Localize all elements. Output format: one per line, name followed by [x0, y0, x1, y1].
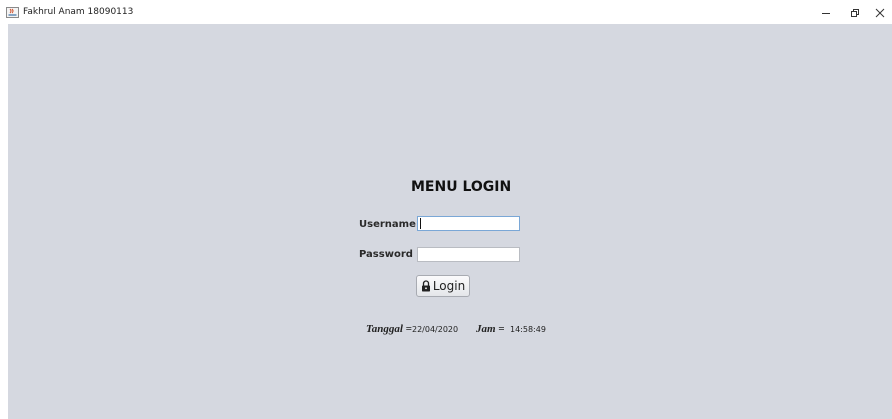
- restore-button[interactable]: [842, 3, 868, 22]
- login-button[interactable]: Login: [416, 275, 470, 297]
- password-field[interactable]: [417, 247, 520, 262]
- page-title: MENU LOGIN: [411, 179, 512, 195]
- username-label: Username: [359, 219, 416, 230]
- text-caret: [420, 218, 421, 229]
- title-bar[interactable]: Fakhrul Anam 18090113: [0, 0, 892, 25]
- username-field[interactable]: [417, 216, 520, 231]
- lock-icon: [421, 280, 430, 292]
- jam-value: 14:58:49: [510, 325, 546, 334]
- password-label: Password: [359, 249, 413, 260]
- tanggal-label: Tanggal =: [366, 323, 412, 335]
- close-button[interactable]: [867, 3, 892, 22]
- minimize-button[interactable]: [813, 3, 839, 22]
- restore-icon: [851, 8, 859, 17]
- java-app-icon: [6, 7, 19, 18]
- window-title: Fakhrul Anam 18090113: [23, 7, 134, 17]
- close-icon: [875, 8, 885, 17]
- minimize-icon: [822, 12, 830, 14]
- login-button-label: Login: [432, 279, 466, 293]
- tanggal-value: 22/04/2020: [412, 325, 459, 334]
- jam-label: Jam =: [476, 323, 505, 335]
